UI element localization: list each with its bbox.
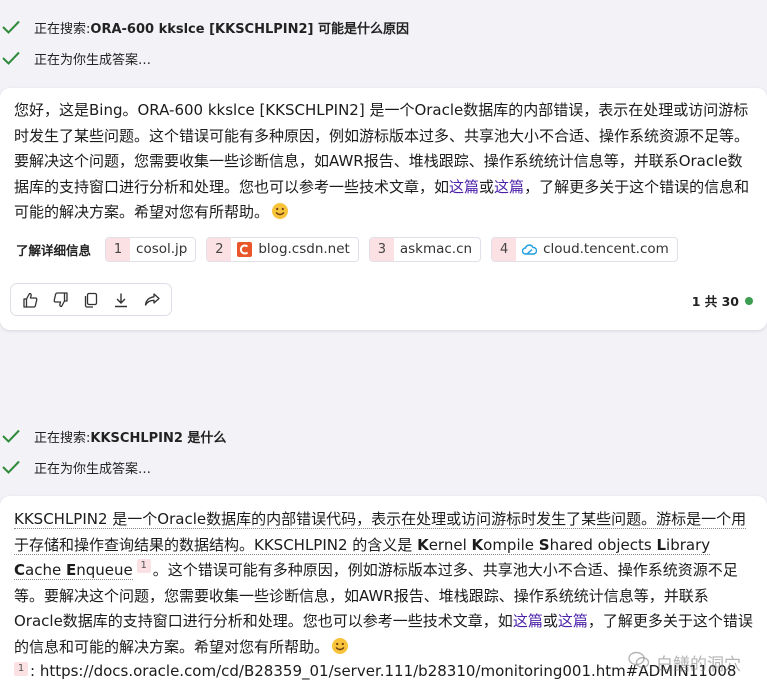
status-row-generating-2: 正在为你生成答案…: [0, 456, 151, 478]
wechat-icon: [628, 651, 650, 674]
status-generating: 正在为你生成答案…: [34, 461, 152, 477]
answer-card-1: 您好，这是Bing。ORA-600 kkslce [KKSCHLPIN2] 是一…: [0, 88, 767, 330]
learn-more-label: 了解详细信息: [16, 242, 92, 258]
check-icon: [0, 16, 22, 38]
acronym-word: hared objects: [549, 535, 657, 554]
status-search-query: KKSCHLPIN2 是什么: [90, 430, 227, 446]
check-icon: [0, 47, 22, 69]
source-domain: askmac.cn: [399, 241, 473, 257]
status-search-prefix: 正在搜索:: [34, 430, 91, 446]
thumbs-up-icon[interactable]: [19, 289, 41, 311]
source-chip-3[interactable]: 3 askmac.cn: [368, 236, 482, 262]
smile-emoji-icon: [331, 637, 349, 655]
acronym-letter: K: [417, 535, 429, 554]
status-row-search-2: 正在搜索: KKSCHLPIN2 是什么: [0, 425, 226, 447]
source-chip-4[interactable]: 4 cloud.tencent.com: [491, 236, 678, 262]
reference-link-2[interactable]: 这篇: [494, 178, 524, 196]
source-number: 3: [369, 237, 394, 261]
copy-icon[interactable]: [80, 289, 102, 311]
reference-link-1[interactable]: 这篇: [449, 178, 479, 196]
citation-badge[interactable]: 1: [136, 559, 151, 573]
source-number: 1: [106, 237, 131, 261]
answer-text-1: 您好，这是Bing。ORA-600 kkslce [KKSCHLPIN2] 是一…: [14, 98, 754, 226]
smile-emoji-icon: [271, 202, 289, 220]
acronym-word: ompile: [483, 535, 539, 554]
download-icon[interactable]: [110, 289, 132, 311]
learn-more-row: 了解详细信息 1 cosol.jp 2 blog.csdn.net 3 askm…: [16, 236, 678, 262]
acronym-letter: C: [14, 561, 26, 579]
answer-text-2: KKSCHLPIN2 是一个Oracle数据库的内部错误代码，表示在处理或访问游…: [14, 507, 754, 660]
watermark-text: 白鳝的洞穴: [656, 655, 741, 675]
source-number: 2: [207, 237, 232, 261]
acronym-letter: S: [538, 535, 550, 554]
source-chip-2[interactable]: 2 blog.csdn.net: [206, 236, 359, 262]
status-dot: [745, 296, 753, 305]
tencent-cloud-icon: [522, 242, 538, 257]
acronym-word: ache: [25, 561, 66, 579]
response-page-count: 1 共 30: [692, 291, 753, 310]
status-row-search-1: 正在搜索: ORA-600 kkslce [KKSCHLPIN2] 可能是什么原…: [0, 16, 409, 38]
acronym-letter: L: [656, 535, 667, 554]
watermark: 白鳝的洞穴: [628, 650, 741, 675]
acronym-word: ibrary: [666, 535, 711, 554]
acronym-word: nqueue: [76, 561, 133, 579]
status-search-prefix: 正在搜索:: [34, 21, 91, 37]
acronym-letter: K: [471, 535, 484, 554]
csdn-c-icon: [237, 241, 253, 257]
status-row-generating-1: 正在为你生成答案…: [0, 47, 151, 69]
share-icon[interactable]: [141, 289, 163, 311]
thumbs-down-icon[interactable]: [50, 289, 72, 311]
status-search-query: ORA-600 kkslce [KKSCHLPIN2] 可能是什么原因: [90, 21, 410, 37]
answer-or: 或: [542, 612, 558, 630]
acronym-letter: E: [65, 561, 77, 579]
status-generating: 正在为你生成答案…: [34, 52, 152, 68]
check-icon: [0, 425, 22, 447]
source-number: 4: [492, 237, 517, 261]
source-domain: cloud.tencent.com: [543, 241, 669, 257]
answer-or: 或: [479, 177, 495, 196]
source-domain: blog.csdn.net: [258, 241, 350, 257]
reference-link-2[interactable]: 这篇: [558, 612, 588, 630]
feedback-action-bar: [10, 283, 172, 316]
footnote-badge: 1: [14, 662, 28, 676]
page-count-text: 1 共 30: [691, 294, 739, 309]
check-icon: [0, 456, 22, 478]
acronym-word: ernel: [428, 535, 472, 554]
source-chip-1[interactable]: 1 cosol.jp: [105, 236, 197, 262]
reference-link-1[interactable]: 这篇: [513, 612, 543, 630]
source-domain: cosol.jp: [136, 241, 188, 257]
